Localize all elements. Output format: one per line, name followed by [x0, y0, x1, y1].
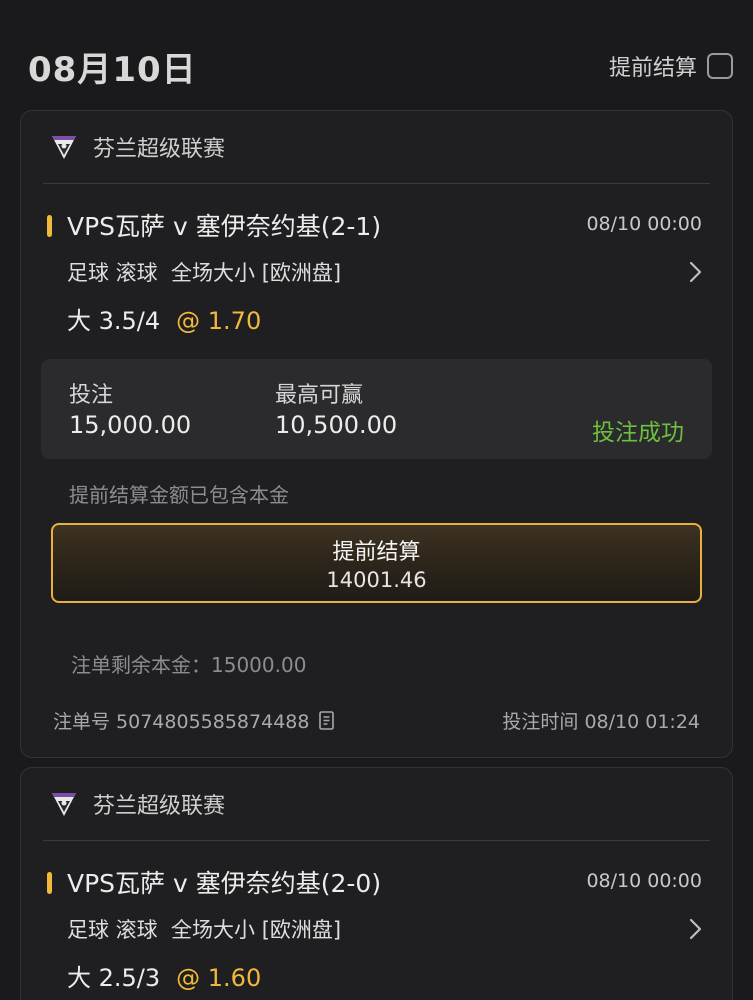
cashout-button[interactable]: 提前结算 14001.46 [51, 523, 702, 603]
settle-note: 提前结算金额已包含本金 [69, 483, 289, 507]
bet-card: 芬兰超级联赛 VPS瓦萨 v 塞伊奈约基(2-1) 08/10 00:00 足球… [20, 110, 733, 758]
league-row: 芬兰超级联赛 [49, 131, 225, 163]
market-row[interactable]: 足球 滚球 全场大小 [欧洲盘] [67, 257, 710, 287]
order-number: 注单号 5074805585874488 [53, 707, 337, 734]
cashout-amount: 14001.46 [326, 568, 427, 592]
early-settle-filter[interactable]: 提前结算 [609, 50, 733, 82]
copy-icon[interactable] [317, 710, 337, 732]
league-name: 芬兰超级联赛 [93, 794, 226, 819]
order-number-text: 注单号 5074805585874488 [53, 711, 310, 733]
match-time: 08/10 00:00 [586, 213, 702, 235]
match-row: VPS瓦萨 v 塞伊奈约基(2-0) 08/10 00:00 [47, 864, 702, 900]
match-indicator [47, 872, 52, 894]
divider [43, 183, 710, 184]
bet-history-page: 08月10日 提前结算 芬兰超级联赛 VPS瓦萨 v 塞伊奈约基(2-1) 08… [0, 0, 753, 1000]
max-win-label: 最高可赢 [275, 383, 364, 408]
match-title: VPS瓦萨 v 塞伊奈约基(2-0) [67, 869, 382, 898]
match-indicator [47, 215, 52, 237]
match-time: 08/10 00:00 [586, 870, 702, 892]
odds: @ 1.60 [176, 964, 262, 992]
top-bar: 08月10日 提前结算 [0, 0, 753, 110]
league-name: 芬兰超级联赛 [93, 137, 226, 162]
cashout-label: 提前结算 [332, 540, 421, 565]
bet-status: 投注成功 [592, 420, 684, 446]
bet-time: 投注时间 08/10 01:24 [502, 711, 700, 733]
early-settle-filter-label: 提前结算 [608, 56, 697, 81]
chevron-right-icon[interactable] [680, 257, 710, 287]
date-heading: 08月10日 [28, 50, 197, 90]
max-win-value: 10,500.00 [275, 411, 398, 439]
early-settle-checkbox[interactable] [707, 53, 733, 79]
selection: 大 3.5/4 [67, 307, 161, 335]
pick-row: 大 3.5/4 @ 1.70 [67, 301, 261, 335]
match-title: VPS瓦萨 v 塞伊奈约基(2-1) [67, 212, 382, 241]
divider [43, 840, 710, 841]
match-row: VPS瓦萨 v 塞伊奈约基(2-1) 08/10 00:00 [47, 207, 702, 243]
selection: 大 2.5/3 [67, 964, 161, 992]
stake-label: 投注 [69, 383, 114, 408]
remaining-principal: 注单剩余本金：15000.00 [71, 653, 307, 677]
league-logo-icon [52, 136, 76, 159]
stake-summary: 投注 15,000.00 最高可赢 10,500.00 投注成功 [41, 359, 712, 459]
league-row: 芬兰超级联赛 [49, 788, 225, 820]
odds: @ 1.70 [176, 307, 262, 335]
market-description: 足球 滚球 全场大小 [欧洲盘] [67, 918, 342, 942]
stake-value: 15,000.00 [69, 411, 192, 439]
league-logo-icon [52, 793, 76, 816]
market-description: 足球 滚球 全场大小 [欧洲盘] [67, 261, 342, 285]
bet-card: 芬兰超级联赛 VPS瓦萨 v 塞伊奈约基(2-0) 08/10 00:00 足球… [20, 767, 733, 1000]
pick-row: 大 2.5/3 @ 1.60 [67, 958, 261, 992]
chevron-right-icon[interactable] [680, 914, 710, 944]
bet-footer: 注单号 5074805585874488 投注时间 08/10 01:24 [53, 707, 700, 737]
market-row[interactable]: 足球 滚球 全场大小 [欧洲盘] [67, 914, 710, 944]
